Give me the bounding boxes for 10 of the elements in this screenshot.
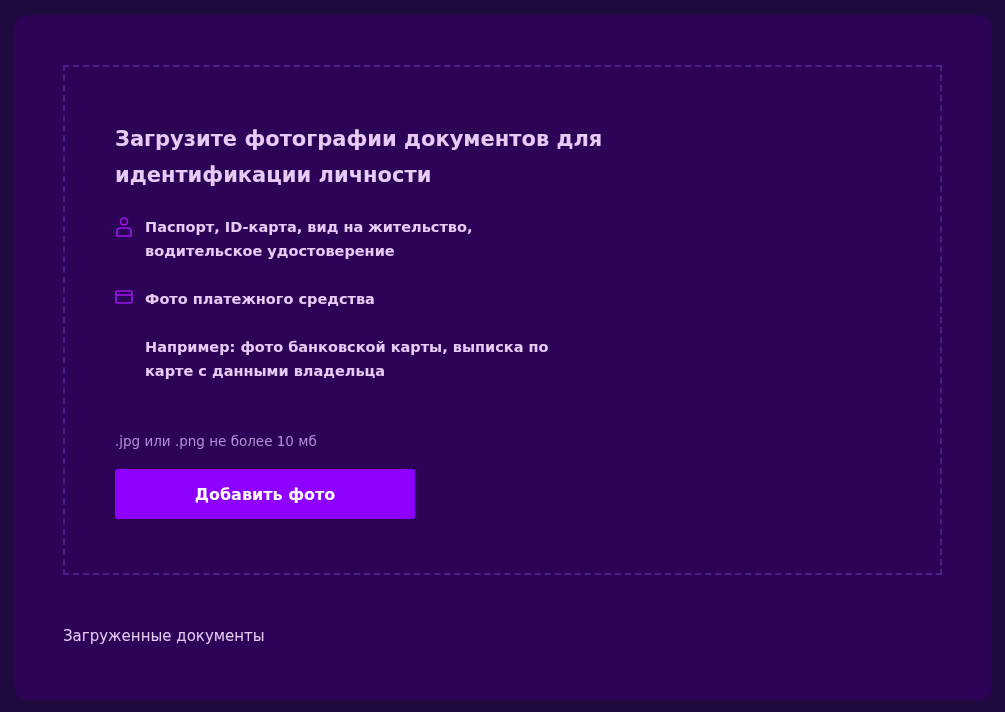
document-requirement: Паспорт, ID-карта, вид на жительство, водительское удостоверение: [145, 218, 474, 261]
card-icon: [115, 290, 133, 304]
document-requirement: Фото платежного средства: [145, 290, 376, 309]
upload-dropzone[interactable]: [63, 65, 942, 575]
file-format-hint: .jpg или .png не более 10 мб: [115, 433, 318, 449]
uploaded-documents-heading: Загруженные документы: [63, 627, 265, 645]
person-icon: [115, 217, 133, 237]
add-photo-button[interactable]: Добавить фото: [115, 469, 415, 519]
upload-title: Загрузите фотографии документов для идентификации личности: [115, 126, 604, 189]
document-requirement: Например: фото банковской карты, выписка по карте с данными владельца: [145, 338, 550, 381]
